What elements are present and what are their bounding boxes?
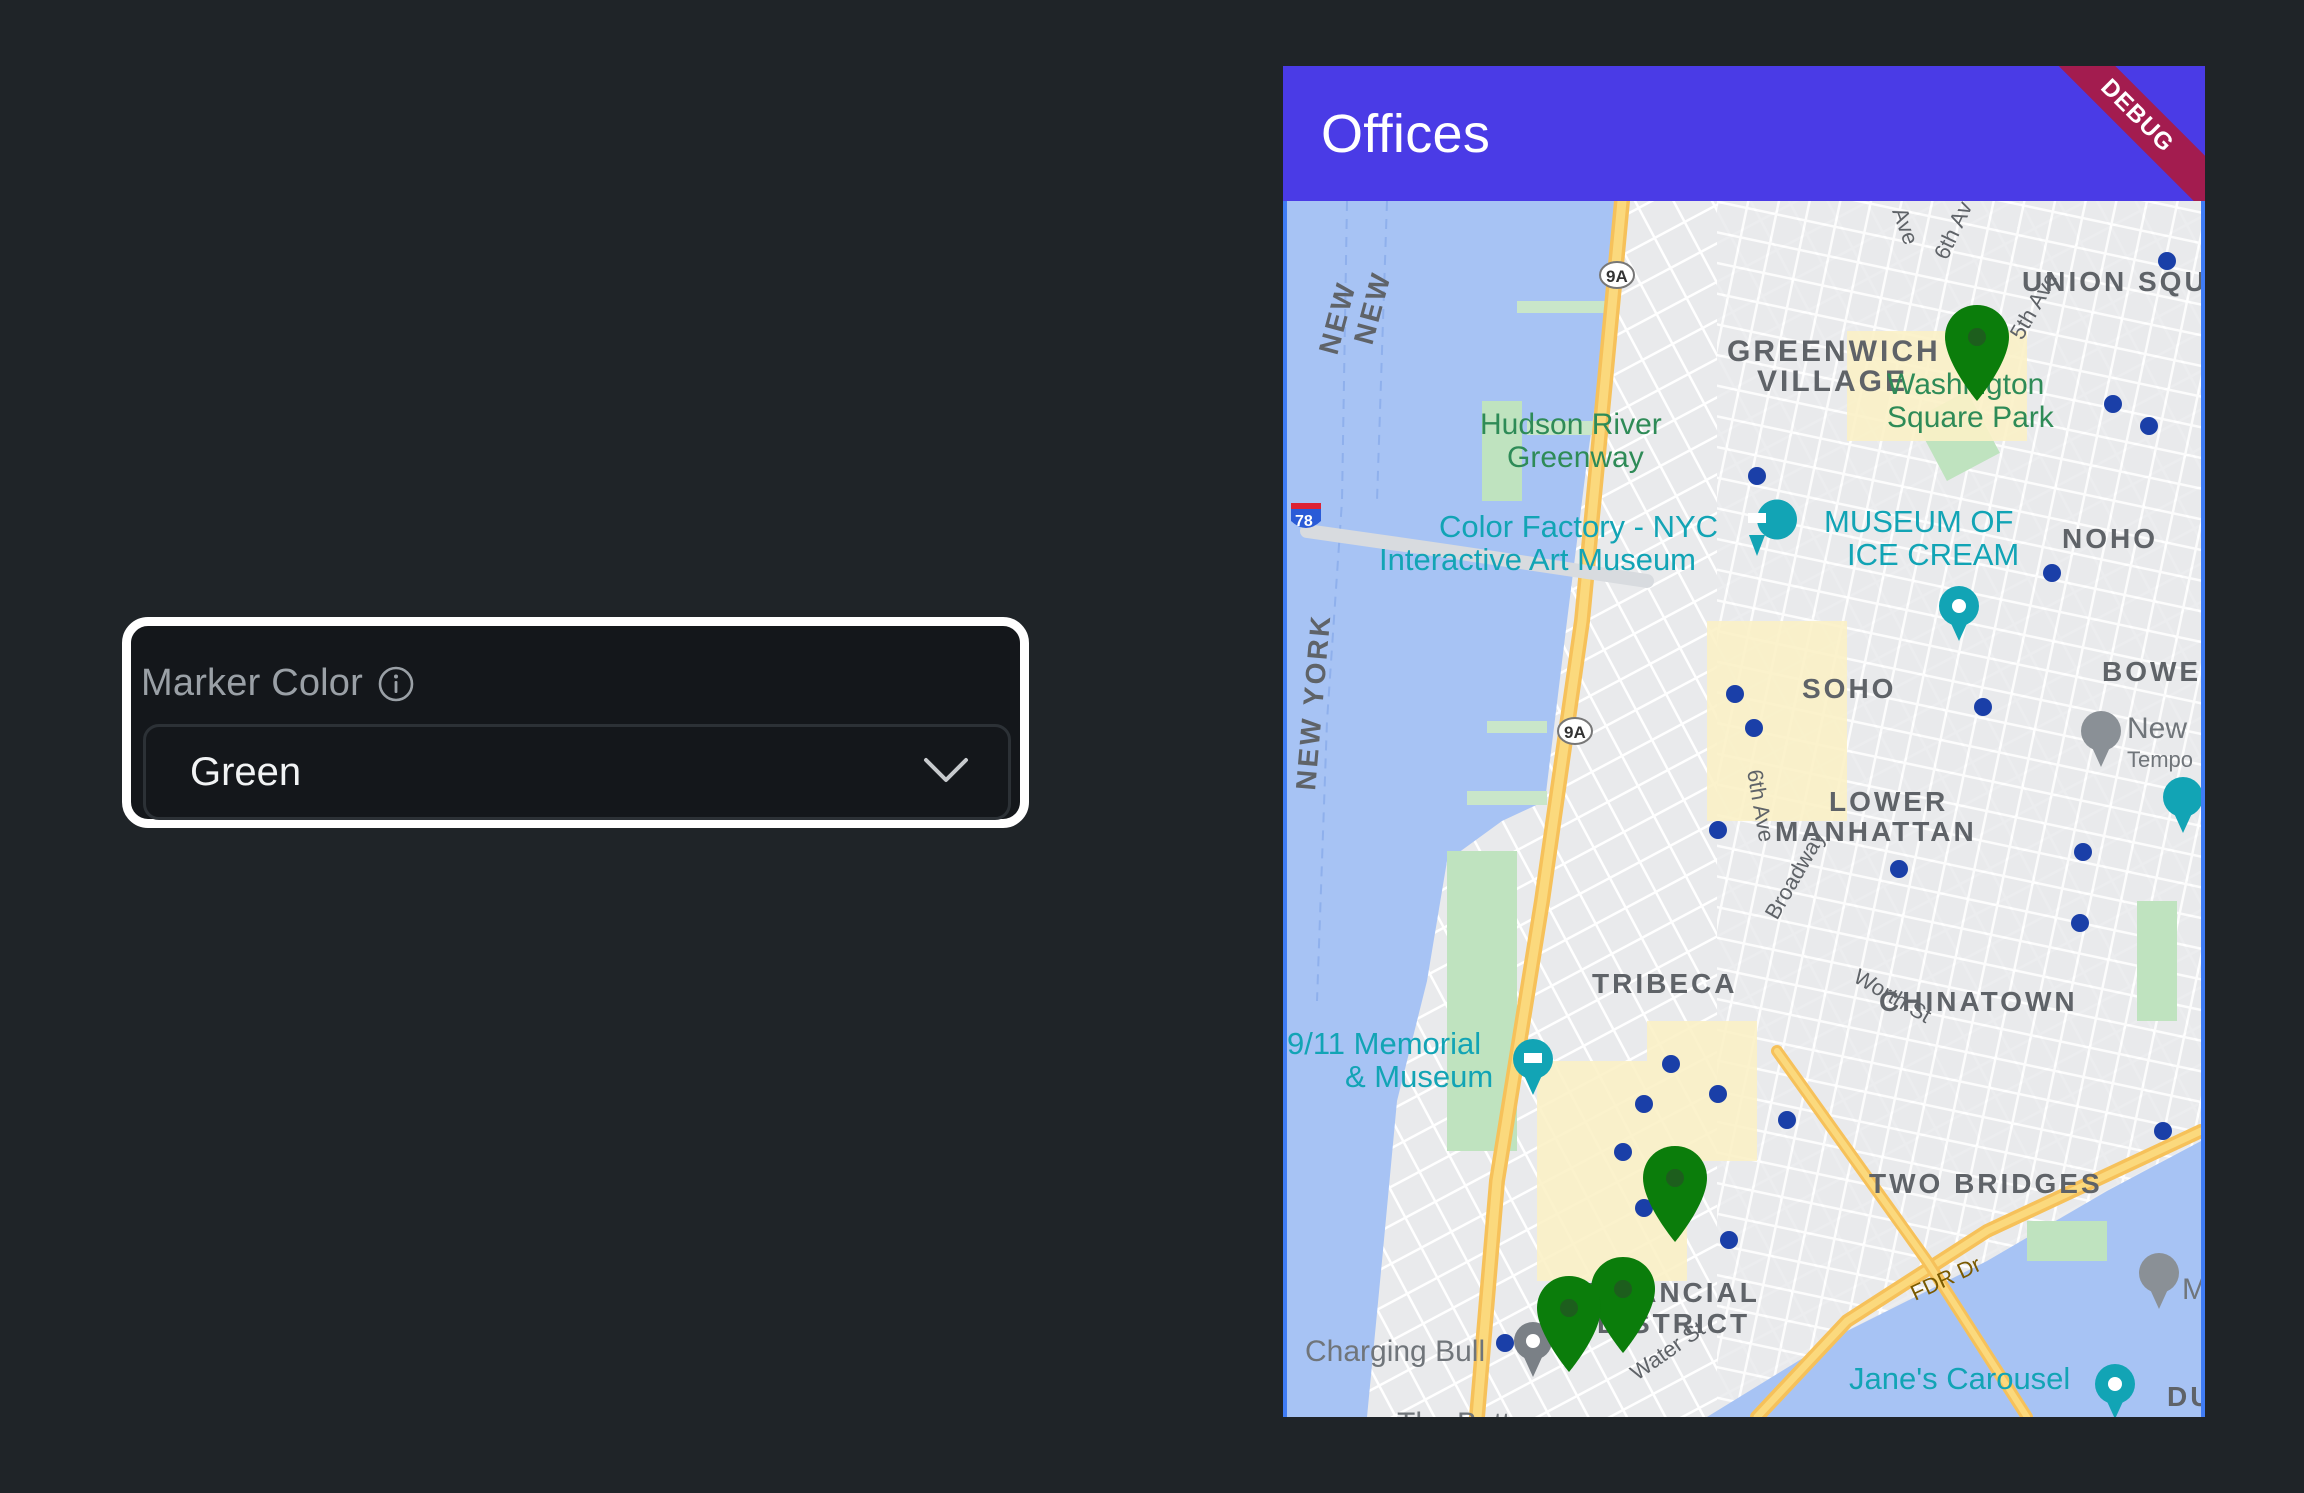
label-tribeca: TRIBECA <box>1592 968 1737 999</box>
label-greenwich-village-1: GREENWICH <box>1727 335 1941 368</box>
label-two-bridges: TWO BRIDGES <box>1869 1168 2103 1199</box>
svg-text:9A: 9A <box>1606 267 1628 286</box>
marker-color-dropdown[interactable]: Green <box>143 724 1011 820</box>
label-museum-ice-cream-2: ICE CREAM <box>1847 537 2019 572</box>
label-911-memorial-2: & Museum <box>1345 1059 1493 1094</box>
route-9a-shield-top: 9A <box>1599 261 1635 289</box>
label-bowery: BOWEI <box>2102 656 2201 687</box>
marker-color-label: Marker Color <box>141 662 363 704</box>
label-du: DU <box>2167 1381 2201 1412</box>
label-hudson-greenway-1: Hudson River <box>1480 408 1662 441</box>
svg-text:9A: 9A <box>1564 723 1586 742</box>
label-the-battery: The Battery <box>1397 1407 1552 1417</box>
route-9a-shield-bottom: 9A <box>1557 717 1593 745</box>
label-noho: NOHO <box>2062 523 2158 554</box>
app-bar: Offices DEBUG <box>1283 66 2205 223</box>
label-janes-carousel: Jane's Carousel <box>1849 1361 2070 1396</box>
label-charging-bull: Charging Bull <box>1305 1335 1485 1368</box>
debug-banner: DEBUG <box>2030 66 2205 223</box>
info-icon[interactable] <box>377 665 415 703</box>
label-museum-ice-cream-1: MUSEUM OF <box>1824 504 2013 539</box>
label-greenwich-village-2: VILLAGE <box>1757 365 1908 398</box>
label-soho: SOHO <box>1802 673 1896 704</box>
label-new-temple-1: New <box>2127 712 2187 745</box>
label-911-memorial-1: 9/11 Memorial <box>1287 1026 1481 1061</box>
app-preview: Offices DEBUG UNION SQU GREENWICH VILLAG… <box>1283 66 2205 1417</box>
marker-color-label-row: Marker Color <box>141 662 415 705</box>
app-title: Offices <box>1321 103 1491 164</box>
label-lower-manhattan-1: LOWER <box>1829 786 1948 817</box>
chevron-down-icon <box>922 755 970 790</box>
label-m-edge: M <box>2182 1273 2201 1306</box>
label-color-factory-1: Color Factory - NYC <box>1439 509 1718 544</box>
label-new-temple-2: Tempo <box>2127 747 2193 772</box>
marker-color-value: Green <box>190 749 302 794</box>
marker-color-panel: Marker Color Green <box>122 617 1029 828</box>
map-view[interactable]: UNION SQU GREENWICH VILLAGE NOHO SOHO BO… <box>1283 201 2205 1417</box>
label-washington-square-2: Square Park <box>1887 401 2055 434</box>
label-color-factory-2: Interactive Art Museum <box>1379 542 1696 577</box>
label-hudson-greenway-2: Greenway <box>1507 441 1644 474</box>
svg-text:78: 78 <box>1295 513 1313 530</box>
